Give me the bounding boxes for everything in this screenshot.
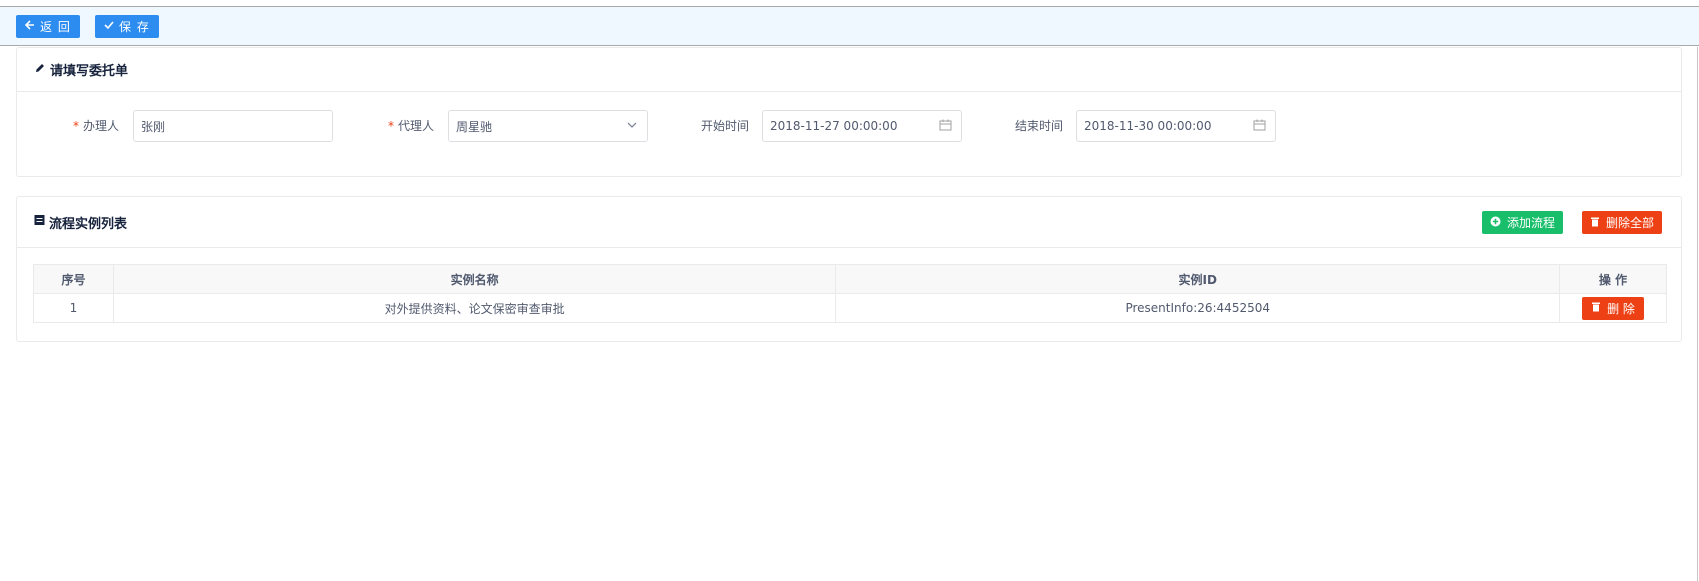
row-delete-label: 删 除 — [1607, 301, 1635, 316]
plus-circle-icon — [1490, 216, 1501, 230]
arrow-left-icon — [24, 20, 35, 33]
row-instance-id: PresentInfo:26:4452504 — [835, 293, 1561, 323]
pencil-icon — [34, 62, 46, 78]
calendar-icon — [1253, 119, 1266, 134]
delete-all-button[interactable]: 删除全部 — [1582, 211, 1663, 234]
check-icon — [104, 20, 114, 33]
trash-icon — [1591, 301, 1601, 315]
chevron-down-icon — [626, 119, 638, 134]
delegation-form-card: 请填写委托单 * 办理人 张刚 * 代理人 周星驰 开始时间 2018-11-27 … — [16, 47, 1682, 177]
save-button[interactable]: 保 存 — [95, 15, 159, 38]
table-row: 1 对外提供资料、论文保密审查审批 PresentInfo:26:4452504… — [33, 293, 1667, 323]
calendar-icon — [939, 119, 952, 134]
agent-label: * 代理人 — [388, 119, 435, 133]
process-instance-table: 序号 实例名称 实例ID 操 作 1 对外提供资料、论文保密审查审批 Prese… — [33, 264, 1667, 323]
start-time-picker[interactable]: 2018-11-27 00:00:00 — [762, 110, 962, 142]
process-instance-card: 流程实例列表 添加流程 删除全部 序号 实例名称 实例ID 操 作 1 对外提供… — [16, 196, 1682, 342]
back-button-label: 返 回 — [40, 20, 71, 34]
start-time-value: 2018-11-27 00:00:00 — [770, 119, 898, 133]
agent-select[interactable]: 周星驰 — [448, 110, 648, 142]
column-header-action: 操 作 — [1559, 264, 1667, 294]
row-action-cell: 删 除 — [1559, 293, 1667, 323]
back-button[interactable]: 返 回 — [16, 15, 80, 38]
add-process-button[interactable]: 添加流程 — [1482, 211, 1564, 234]
list-icon — [34, 214, 45, 230]
end-time-label: 结束时间 — [1015, 119, 1064, 133]
column-header-name: 实例名称 — [112, 264, 837, 294]
column-header-id: 实例ID — [835, 264, 1561, 294]
handler-value: 张刚 — [141, 119, 166, 134]
row-index: 1 — [33, 293, 114, 323]
trash-icon — [1590, 216, 1600, 230]
scrollbar-edge — [1697, 47, 1698, 581]
list-card-header: 流程实例列表 — [17, 197, 1681, 248]
table-header-row: 序号 实例名称 实例ID 操 作 — [33, 264, 1667, 294]
form-card-header: 请填写委托单 — [17, 48, 1681, 92]
handler-label: * 办理人 — [73, 119, 120, 133]
row-delete-button[interactable]: 删 除 — [1582, 296, 1644, 320]
end-time-picker[interactable]: 2018-11-30 00:00:00 — [1076, 110, 1276, 142]
save-button-label: 保 存 — [119, 20, 150, 34]
start-time-label: 开始时间 — [701, 119, 750, 133]
end-time-value: 2018-11-30 00:00:00 — [1084, 119, 1212, 133]
top-toolbar: 返 回 保 存 — [0, 6, 1699, 46]
add-process-label: 添加流程 — [1507, 216, 1556, 230]
agent-value: 周星驰 — [456, 119, 493, 134]
row-instance-name: 对外提供资料、论文保密审查审批 — [112, 293, 837, 323]
delete-all-label: 删除全部 — [1606, 216, 1655, 230]
list-card-title: 流程实例列表 — [49, 216, 128, 232]
column-header-index: 序号 — [33, 264, 114, 294]
handler-input[interactable]: 张刚 — [133, 110, 333, 142]
form-card-title: 请填写委托单 — [50, 64, 129, 79]
